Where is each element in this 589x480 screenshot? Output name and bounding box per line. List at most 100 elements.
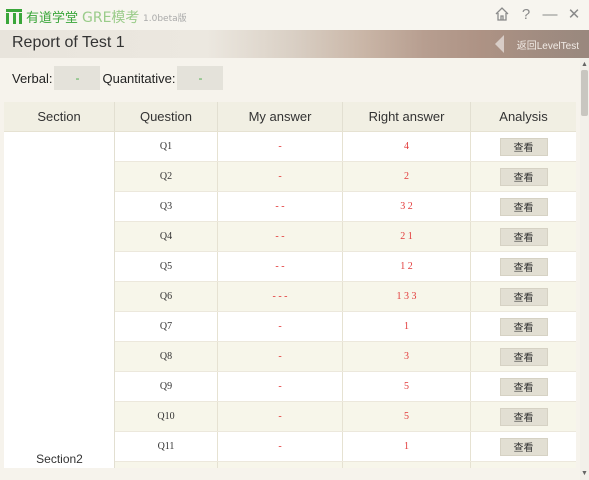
vertical-scrollbar[interactable]: ▲ ▼: [580, 58, 589, 480]
analysis-cell: 查看: [471, 162, 576, 191]
my-answer-cell: - -: [218, 252, 343, 281]
view-analysis-button[interactable]: 查看: [499, 167, 548, 186]
header-analysis: Analysis: [499, 109, 548, 124]
table-row: Q6- - -1 3 3 查看: [115, 282, 576, 312]
right-answer-cell: 1: [343, 312, 471, 341]
table-row: Q8-3 查看: [115, 342, 576, 372]
analysis-cell: 查看: [471, 432, 576, 461]
quantitative-score: -: [177, 66, 224, 90]
my-answer-cell: -: [218, 312, 343, 341]
score-summary: Verbal: - Quantitative: -: [12, 66, 224, 90]
table-header: Section Question My answer Right answer …: [4, 102, 576, 132]
scroll-up-arrow-icon[interactable]: ▲: [581, 61, 588, 68]
view-analysis-button[interactable]: 查看: [499, 347, 548, 366]
analysis-cell: 查看: [471, 132, 576, 161]
window-controls: ? — ✕: [493, 5, 583, 23]
question-cell: Q7: [115, 312, 218, 341]
analysis-cell: 查看: [471, 342, 576, 371]
analysis-cell: 查看: [471, 192, 576, 221]
table-row: Q5- -1 2 查看: [115, 252, 576, 282]
table-row: Q2-2 查看: [115, 162, 576, 192]
table-row: Q1-4 查看: [115, 132, 576, 162]
youdao-logo-icon: [6, 9, 22, 24]
home-icon[interactable]: [493, 5, 511, 23]
analysis-cell: 查看: [471, 282, 576, 311]
logo-text: 有道学堂: [26, 11, 79, 26]
my-answer-cell: - - -: [218, 282, 343, 311]
section-cell: Section2: [4, 132, 115, 468]
header-section: Section: [4, 102, 115, 131]
question-cell: Q5: [115, 252, 218, 281]
view-analysis-button[interactable]: 查看: [499, 197, 548, 216]
view-analysis-button[interactable]: 查看: [499, 227, 548, 246]
view-analysis-button[interactable]: 查看: [499, 287, 548, 306]
right-answer-cell: 5: [343, 402, 471, 431]
right-answer-cell: [343, 462, 471, 468]
verbal-score: -: [54, 66, 101, 90]
my-answer-cell: -: [218, 432, 343, 461]
app-version: 1.0beta版: [143, 14, 187, 24]
my-answer-cell: -: [218, 342, 343, 371]
analysis-cell: 查看: [471, 402, 576, 431]
table-row: Q9-5 查看: [115, 372, 576, 402]
table-row: Q11-1 查看: [115, 432, 576, 462]
analysis-cell: 查看: [471, 462, 576, 468]
results-table: Section Question My answer Right answer …: [4, 102, 576, 468]
verbal-label: Verbal:: [12, 70, 53, 86]
table-row: 查看: [115, 462, 576, 468]
question-cell: Q3: [115, 192, 218, 221]
view-analysis-button[interactable]: 查看: [499, 437, 548, 456]
analysis-cell: 查看: [471, 222, 576, 251]
question-cell: Q2: [115, 162, 218, 191]
right-answer-cell: 1 2: [343, 252, 471, 281]
question-cell: Q9: [115, 372, 218, 401]
table-row: Q10-5 查看: [115, 402, 576, 432]
back-to-leveltest-button[interactable]: 返回LevelTest: [489, 30, 589, 58]
scroll-thumb[interactable]: [581, 70, 588, 116]
right-answer-cell: 4: [343, 132, 471, 161]
view-analysis-button[interactable]: 查看: [499, 257, 548, 276]
section-label: Section2: [36, 452, 83, 466]
question-cell: Q10: [115, 402, 218, 431]
table-body: Section2 Q1-4 查看 Q2-2 查看 Q3- -3 2 查看 Q4- -2 1查…: [4, 132, 576, 468]
question-cell: Q4: [115, 222, 218, 251]
question-rows: Q1-4 查看 Q2-2 查看 Q3- -3 2 查看 Q4- -2 1 查看 Q5- -1 2…: [115, 132, 576, 468]
analysis-cell: 查看: [471, 372, 576, 401]
analysis-cell: 查看: [471, 252, 576, 281]
question-cell: Q1: [115, 132, 218, 161]
analysis-cell: 查看: [471, 312, 576, 341]
my-answer-cell: -: [218, 372, 343, 401]
question-cell: Q11: [115, 432, 218, 461]
my-answer-cell: -: [218, 402, 343, 431]
title-bar: 有道学堂 GRE模考 1.0beta版 ? — ✕: [0, 0, 589, 30]
question-cell: Q6: [115, 282, 218, 311]
header-my-answer: My answer: [218, 102, 343, 131]
view-analysis-button[interactable]: 查看: [499, 407, 548, 426]
my-answer-cell: - -: [218, 222, 343, 251]
my-answer-cell: -: [218, 132, 343, 161]
minimize-button[interactable]: —: [541, 5, 559, 23]
table-row: Q4- -2 1 查看: [115, 222, 576, 252]
my-answer-cell: -: [218, 162, 343, 191]
question-cell: [115, 462, 218, 468]
header-question: Question: [115, 102, 218, 131]
close-button[interactable]: ✕: [565, 5, 583, 23]
right-answer-cell: 1 3 3: [343, 282, 471, 311]
scroll-down-arrow-icon[interactable]: ▼: [581, 470, 588, 477]
app-title: GRE模考: [82, 10, 140, 26]
app-logo: 有道学堂: [6, 7, 78, 26]
right-answer-cell: 5: [343, 372, 471, 401]
question-cell: Q8: [115, 342, 218, 371]
header-right-answer: Right answer: [343, 102, 471, 131]
view-analysis-button[interactable]: 查看: [499, 137, 548, 156]
right-answer-cell: 3: [343, 342, 471, 371]
view-analysis-button[interactable]: 查看: [499, 377, 548, 396]
help-button[interactable]: ?: [517, 5, 535, 23]
right-answer-cell: 2 1: [343, 222, 471, 251]
quantitative-label: Quantitative:: [102, 70, 176, 86]
table-row: Q7-1 查看: [115, 312, 576, 342]
view-analysis-button[interactable]: 查看: [499, 467, 548, 468]
right-answer-cell: 3 2: [343, 192, 471, 221]
view-analysis-button[interactable]: 查看: [499, 317, 548, 336]
my-answer-cell: [218, 462, 343, 468]
